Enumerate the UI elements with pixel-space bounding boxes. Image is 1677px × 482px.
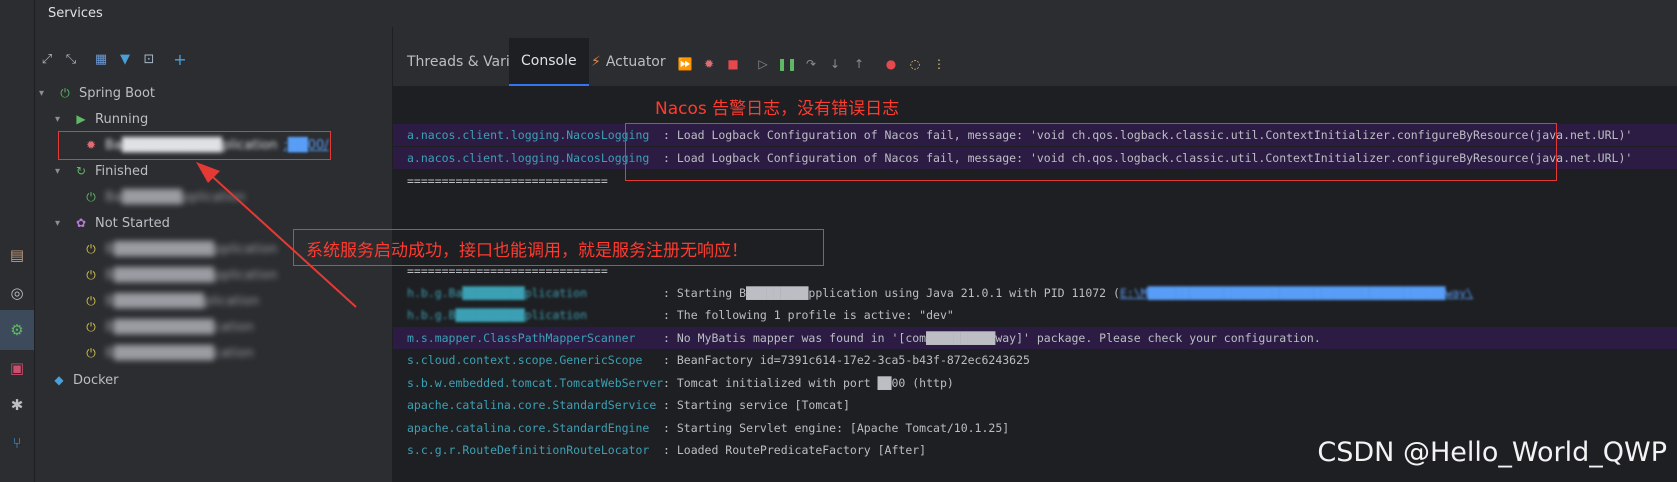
rerun-icon[interactable]: ⏩ [676,56,694,72]
filter-icon[interactable]: ▼ [117,51,133,67]
log-line: s.b.w.embedded.tomcat.TomcatWebServer : … [393,372,1677,394]
spring-boot-icon: ⏻ [86,293,96,308]
app-name: B██████████cation [105,345,254,361]
actuator-icon: ⚡ [591,54,601,70]
log-message: : BeanFactory id=7391c614-17e2-3ca5-b43f… [663,353,1030,367]
log-message: : Starting Servlet engine: [Apache Tomca… [663,421,1010,435]
log-line: apache.catalina.core.StandardService : S… [393,394,1677,416]
add-service-icon[interactable]: + [172,50,188,69]
nacos-log-highlight-box [625,123,1557,181]
tree-node-docker[interactable]: ◆ Docker [51,367,119,393]
logger-name: s.cloud.context.scope.GenericScope [407,353,643,367]
docker-icon: ◆ [54,373,64,387]
tree-label: Not Started [95,215,170,231]
run-icon: ▶ [76,112,86,126]
debug-icon[interactable]: ✹ [700,56,718,72]
tree-label: Finished [95,163,149,179]
log-line: h.b.g.Ba█████████plication : Starting B█… [393,282,1677,304]
terminal-icon[interactable]: ▣ [6,357,28,379]
database-icon[interactable]: ▤ [6,244,28,266]
mute-breakpoints-icon[interactable]: ◌ [906,56,924,72]
log-message: : Tomcat initialized with port ██00 (htt… [663,376,954,390]
problems-icon[interactable]: ✱ [6,394,28,416]
log-message: : No MyBatis mapper was found in '[com██… [663,331,1321,345]
chevron-down-icon: ▾ [55,217,61,229]
separator-text: ============================= [407,174,608,188]
tab-bar: Threads & Variables Console ⚡ Actuator ⏩… [393,38,1677,86]
log-line: m.s.mapper.ClassPathMapperScanner : No M… [393,327,1677,349]
services-icon[interactable]: ⚙ [0,310,34,350]
tree-toolbar: ⤢ ⤡ ▦ ▼ ⊡ + [35,27,392,75]
tree-item-app[interactable]: ⏻ B██████████cation [83,314,254,340]
spring-boot-icon: ⏻ [60,85,70,100]
tree-node-not-started[interactable]: ▾ ✿ Not Started [55,210,170,236]
log-message: : Starting B█████████pplication using Ja… [663,286,1473,300]
step-over-icon[interactable]: ↷ [802,56,820,72]
logger-name: apache.catalina.core.StandardService [407,398,657,412]
new-tab-icon[interactable]: ⊡ [141,51,157,67]
logger-name: h.b.g.Ba█████████plication [407,286,588,300]
separator-text: ============================= [407,264,608,278]
tab-label: Console [521,53,577,69]
logger-name: s.b.w.embedded.tomcat.TomcatWebServer [407,376,664,390]
more-options-icon[interactable]: ⋮ [930,56,948,72]
log-line: h.b.g.B██████████plication : The followi… [393,304,1677,326]
tab-actuator[interactable]: ⚡ Actuator [591,38,666,86]
path-link[interactable]: E:\M████████████████████████████████████… [1120,286,1473,300]
git-icon[interactable]: ⑂ [6,432,28,454]
app-name: B██████████cation [105,319,254,335]
tree-label: Spring Boot [79,85,156,101]
chevron-down-icon: ▾ [39,87,45,99]
chevron-down-icon: ▾ [55,165,61,177]
tab-console[interactable]: Console [509,38,589,86]
group-by-icon[interactable]: ▦ [93,51,109,67]
logger-name: h.b.g.B██████████plication [407,308,588,322]
endpoints-icon[interactable]: ◎ [6,282,28,304]
watermark: CSDN @Hello_World_QWP [1317,437,1667,468]
pause-icon[interactable]: ❚❚ [777,56,797,72]
logger-name: a.nacos.client.logging.NacosLogging [407,128,650,142]
tree-node-spring-boot[interactable]: ▾ ⏻ Spring Boot [39,80,155,106]
breakpoints-icon[interactable]: ● [882,56,900,72]
log-line: s.cloud.context.scope.GenericScope : Bea… [393,349,1677,371]
nacos-annotation: Nacos 告警日志，没有错误日志 [655,99,900,119]
log-message-text: : Starting B█████████pplication using Ja… [663,286,1120,300]
log-message: : The following 1 profile is active: "de… [663,308,954,322]
spring-boot-icon: ⏻ [86,241,96,256]
tree-node-finished[interactable]: ▾ ↻ Finished [55,158,148,184]
tree-label: Docker [73,372,119,388]
tree-item-app[interactable]: ⏻ B██████████cation [83,340,254,366]
gear-icon: ✿ [75,216,87,230]
log-message: : Starting service [Tomcat] [663,398,850,412]
stop-icon[interactable]: ■ [724,56,742,72]
rerun-icon: ↻ [75,164,87,178]
tree-node-running[interactable]: ▾ ▶ Running [55,106,148,132]
services-header: Services [35,0,1677,27]
panel-title: Services [48,6,103,21]
chevron-down-icon: ▾ [55,113,61,125]
logger-name: a.nacos.client.logging.NacosLogging [407,151,650,165]
annotation-arrow [196,162,357,308]
log-line: apache.catalina.core.StandardEngine : St… [393,417,1677,439]
expand-all-icon[interactable]: ⤢ [39,51,55,67]
spring-boot-icon: ⏻ [86,345,96,360]
logger-name: m.s.mapper.ClassPathMapperScanner [407,331,636,345]
logger-name: s.c.g.r.RouteDefinitionRouteLocator [407,443,650,457]
tool-window-strip: ▤ ◎ ⚙ ▣ ✱ ⑂ [0,0,35,482]
resume-icon[interactable]: ▷ [754,56,772,72]
tab-label: Actuator [605,54,666,70]
spring-boot-icon: ⏻ [86,189,96,204]
step-into-icon[interactable]: ↓ [826,56,844,72]
spring-boot-icon: ⏻ [86,267,96,282]
spring-boot-icon: ⏻ [86,319,96,334]
service-annotation: 系统服务启动成功，接口也能调用，就是服务注册无响应！ [306,241,748,261]
collapse-all-icon[interactable]: ⤡ [63,51,79,67]
step-out-icon[interactable]: ↑ [850,56,868,72]
logger-name: apache.catalina.core.StandardEngine [407,421,650,435]
log-message: : Loaded RoutePredicateFactory [After] [663,443,927,457]
tree-label: Running [95,111,149,127]
